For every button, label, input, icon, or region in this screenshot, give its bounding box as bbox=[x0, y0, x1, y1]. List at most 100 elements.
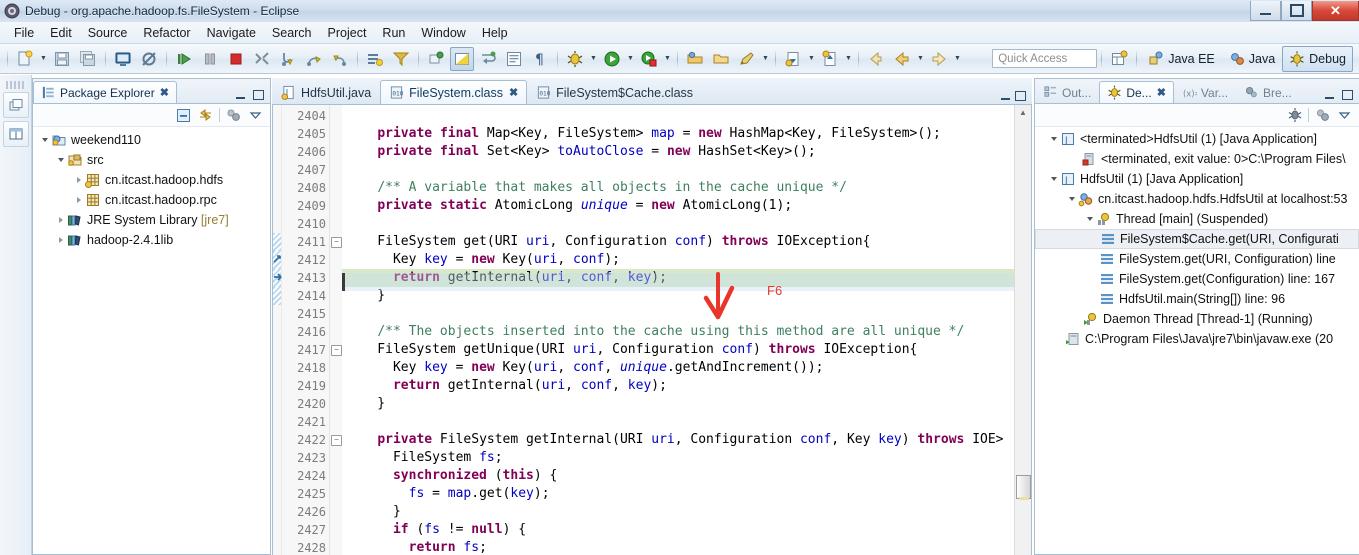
debug-tree-item-stack-frame[interactable]: FileSystem.get(URI, Configuration) line bbox=[1035, 249, 1359, 269]
twisty-closed-icon[interactable] bbox=[55, 230, 67, 250]
menu-item-window[interactable]: Window bbox=[413, 24, 473, 42]
debug-tree-item-process[interactable]: C:\Program Files\Java\jre7\bin\javaw.exe… bbox=[1035, 329, 1359, 349]
perspective-java[interactable]: Java bbox=[1222, 46, 1282, 72]
twisty-closed-icon[interactable] bbox=[73, 190, 85, 210]
run-launch-icon[interactable] bbox=[600, 47, 624, 71]
resume-icon[interactable] bbox=[172, 47, 196, 71]
debug-tree-item-terminated-process[interactable]: <terminated, exit value: 0>C:\Program Fi… bbox=[1035, 149, 1359, 169]
terminate-icon[interactable] bbox=[224, 47, 248, 71]
debug-view-menu-icon[interactable] bbox=[1286, 107, 1303, 124]
use-step-filters-icon[interactable] bbox=[389, 47, 413, 71]
menu-item-refactor[interactable]: Refactor bbox=[135, 24, 198, 42]
back-arrow-icon[interactable] bbox=[890, 47, 914, 71]
tab-package-explorer[interactable]: Package Explorer ✖ bbox=[33, 81, 177, 103]
tree-item-hadoop-lib[interactable]: hadoop-2.4.1lib bbox=[33, 230, 270, 250]
forward-arrow-icon[interactable] bbox=[927, 47, 951, 71]
restore-outline-icon[interactable] bbox=[2, 121, 29, 147]
drop-to-frame-icon[interactable] bbox=[363, 47, 387, 71]
step-return-icon[interactable] bbox=[328, 47, 352, 71]
suspend-icon[interactable] bbox=[198, 47, 222, 71]
toggle-word-wrap-icon[interactable] bbox=[476, 47, 500, 71]
collapse-all-icon[interactable] bbox=[175, 107, 192, 124]
tree-item-weekend110[interactable]: weekend110 bbox=[33, 130, 270, 150]
minimize-button[interactable] bbox=[1250, 1, 1281, 21]
minimize-icon[interactable] bbox=[233, 88, 247, 101]
console-icon[interactable] bbox=[111, 47, 135, 71]
new-java-class-dropdown-icon[interactable]: ▼ bbox=[760, 48, 771, 70]
fold-toggle-2411[interactable]: − bbox=[331, 237, 342, 248]
tree-item-src[interactable]: src bbox=[33, 150, 270, 170]
tab-variables[interactable]: (x)= Var... bbox=[1174, 81, 1236, 103]
external-tools-icon[interactable] bbox=[637, 47, 661, 71]
menu-item-edit[interactable]: Edit bbox=[42, 24, 80, 42]
twisty-closed-icon[interactable] bbox=[73, 170, 85, 190]
new-wizard-icon[interactable] bbox=[13, 47, 37, 71]
maximize-icon[interactable] bbox=[1340, 88, 1354, 101]
tab-debug[interactable]: De... ✖ bbox=[1099, 81, 1174, 103]
toggle-block-selection-icon[interactable] bbox=[450, 46, 474, 71]
maximize-icon[interactable] bbox=[251, 88, 265, 101]
twisty-open-icon[interactable] bbox=[39, 130, 51, 150]
twisty-open-icon[interactable] bbox=[1083, 209, 1096, 229]
editor-tab-hdfsutil-java[interactable]: J HdfsUtil.java bbox=[272, 80, 380, 104]
code-lines[interactable]: private final Map<Key, FileSystem> map =… bbox=[342, 105, 1031, 555]
tree-item-cn-itcast-hadoop-hdfs[interactable]: cn.itcast.hadoop.hdfs bbox=[33, 170, 270, 190]
close-icon[interactable]: ✖ bbox=[1157, 86, 1166, 99]
menu-item-navigate[interactable]: Navigate bbox=[199, 24, 264, 42]
minimize-editor-icon[interactable] bbox=[1001, 92, 1010, 100]
debug-tree-item-thread-main[interactable]: Thread [main] (Suspended) bbox=[1035, 209, 1359, 229]
close-button[interactable]: ✕ bbox=[1312, 1, 1359, 21]
menu-item-search[interactable]: Search bbox=[264, 24, 320, 42]
twisty-open-icon[interactable] bbox=[1047, 169, 1060, 189]
open-perspective-icon[interactable] bbox=[1107, 47, 1131, 71]
overview-marker[interactable] bbox=[1019, 497, 1029, 500]
close-icon[interactable]: ✖ bbox=[160, 86, 169, 99]
debug-tree-item-daemon-thread[interactable]: Daemon Thread [Thread-1] (Running) bbox=[1035, 309, 1359, 329]
twisty-closed-icon[interactable] bbox=[55, 210, 67, 230]
scrollbar-thumb[interactable] bbox=[1016, 475, 1031, 499]
editor-tab-filesystem-class[interactable]: 010 FileSystem.class ✖ bbox=[380, 80, 528, 104]
menu-item-project[interactable]: Project bbox=[320, 24, 375, 42]
previous-annotation-icon[interactable] bbox=[781, 47, 805, 71]
perspective-debug[interactable]: Debug bbox=[1282, 45, 1353, 72]
save-all-icon[interactable] bbox=[76, 47, 100, 71]
tree-item-jre-system-library[interactable]: JRE System Library [jre7] bbox=[33, 210, 270, 230]
back-history-icon[interactable] bbox=[864, 47, 888, 71]
debug-tree-item-stack-frame-selected[interactable]: FileSystem$Cache.get(URI, Configurati bbox=[1035, 229, 1359, 249]
step-into-icon[interactable] bbox=[276, 47, 300, 71]
show-print-margin-icon[interactable]: ¶ bbox=[528, 47, 552, 71]
next-annotation-dropdown-icon[interactable]: ▼ bbox=[843, 48, 854, 70]
debug-tree-item-stack-frame[interactable]: HdfsUtil.main(String[]) line: 96 bbox=[1035, 289, 1359, 309]
save-icon[interactable] bbox=[50, 47, 74, 71]
fold-toggle-2417[interactable]: − bbox=[331, 345, 342, 356]
focus-on-active-task-icon[interactable] bbox=[225, 107, 242, 124]
maximize-button[interactable] bbox=[1281, 1, 1312, 21]
menu-item-help[interactable]: Help bbox=[474, 24, 516, 42]
previous-annotation-dropdown-icon[interactable]: ▼ bbox=[806, 48, 817, 70]
fast-view-drag-handle[interactable] bbox=[5, 81, 26, 89]
open-type-icon[interactable] bbox=[683, 47, 707, 71]
menu-item-source[interactable]: Source bbox=[80, 24, 136, 42]
forward-arrow-dropdown-icon[interactable]: ▼ bbox=[952, 48, 963, 70]
show-whitespace-icon[interactable] bbox=[502, 47, 526, 71]
debug-tree-item-debug-target[interactable]: cn.itcast.hadoop.hdfs.HdfsUtil at localh… bbox=[1035, 189, 1359, 209]
minimize-icon[interactable] bbox=[1322, 88, 1336, 101]
step-over-icon[interactable] bbox=[302, 47, 326, 71]
tab-outline[interactable]: Out... bbox=[1035, 81, 1099, 103]
editor-vertical-scrollbar[interactable]: ▲ bbox=[1014, 105, 1031, 555]
debug-tree-item-terminated-launch[interactable]: J <terminated>HdfsUtil (1) [Java Applica… bbox=[1035, 129, 1359, 149]
twisty-open-icon[interactable] bbox=[1047, 129, 1060, 149]
view-menu-icon[interactable] bbox=[247, 107, 264, 124]
new-java-class-icon[interactable] bbox=[735, 47, 759, 71]
view-menu-chevron-icon[interactable] bbox=[1336, 107, 1353, 124]
next-annotation-icon[interactable] bbox=[818, 47, 842, 71]
twisty-open-icon[interactable] bbox=[1065, 189, 1078, 209]
toggle-mark-occurrences-icon[interactable] bbox=[424, 47, 448, 71]
tree-item-cn-itcast-hadoop-rpc[interactable]: cn.itcast.hadoop.rpc bbox=[33, 190, 270, 210]
run-launch-dropdown-icon[interactable]: ▼ bbox=[625, 48, 636, 70]
tab-breakpoints[interactable]: Bre... bbox=[1236, 81, 1300, 103]
quick-access-input[interactable]: Quick Access bbox=[992, 49, 1098, 68]
open-task-icon[interactable] bbox=[709, 47, 733, 71]
close-icon[interactable]: ✖ bbox=[509, 86, 518, 99]
menu-item-run[interactable]: Run bbox=[374, 24, 413, 42]
